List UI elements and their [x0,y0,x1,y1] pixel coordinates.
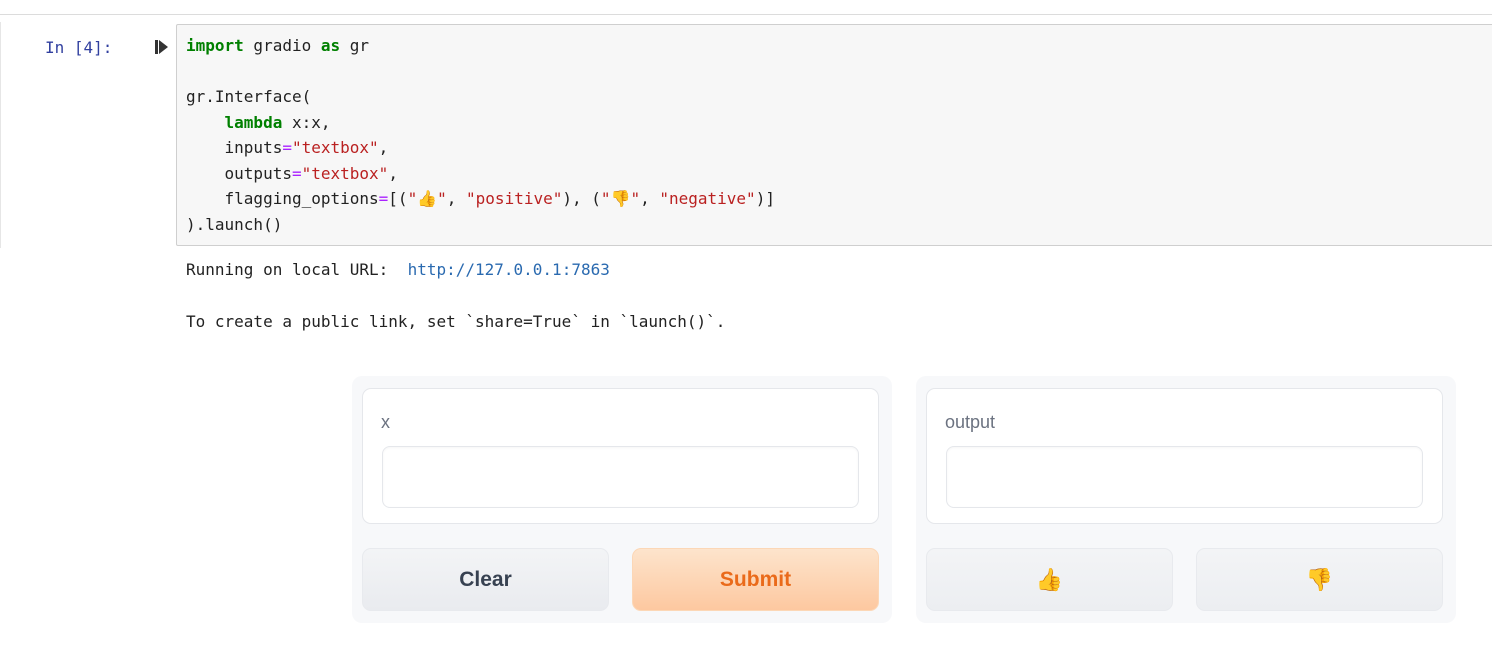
thumbs-up-icon: 👍 [1035,566,1064,592]
code-line: outputs="textbox", [186,161,775,187]
input-label: x [381,412,390,432]
flag-negative-button[interactable]: 👎 [1196,548,1443,611]
input-textbox[interactable] [382,446,859,508]
submit-button[interactable]: Submit [632,548,879,611]
input-block: x [362,388,879,524]
code-token: outputs [186,163,292,183]
code-token: "textbox" [291,138,379,157]
code-line: lambda x:x, [186,110,775,136]
code-token: 👍 [417,189,438,208]
code-token: " [437,189,447,208]
code-cell-editor[interactable]: import gradio as gr gr.Interface( lambda … [176,24,1492,246]
output-block: output [926,388,1443,524]
code-token: gradio [243,36,321,55]
output-label: output [945,412,996,432]
code-token: inputs [186,138,283,157]
output-textbox[interactable] [946,446,1423,508]
local-url-link[interactable]: http://127.0.0.1:7863 [408,260,610,279]
code-token: ).launch() [186,214,283,234]
code-token: "positive" [466,189,563,208]
gradio-output-panel: output 👍 👎 [916,376,1456,623]
code-token: "textbox" [301,163,389,183]
code-token: = [282,138,292,157]
gradio-input-panel: x Clear Submit [352,376,892,623]
output-share-hint: To create a public link, set `share=True… [186,312,726,331]
code-token: lambda [224,112,283,132]
code-token: [( [388,189,408,208]
thumbs-down-icon: 👎 [1305,566,1334,592]
code-token: as [320,36,341,55]
run-cell-icon[interactable] [155,39,169,55]
code-token: , [388,163,398,183]
output-running-label: Running on local URL: [186,260,408,279]
code-line: flagging_options=[("👍", "positive"), ("👎… [186,186,775,212]
code-token: , [640,189,660,208]
code-text: import gradio as gr gr.Interface( lambda … [186,33,775,237]
code-token: flagging_options [186,189,379,208]
code-token: ), ( [562,189,601,208]
code-token: 👎 [610,189,631,208]
output-running-line: Running on local URL: http://127.0.0.1:7… [186,258,610,282]
code-token: import [186,36,244,55]
code-token: )] [755,189,775,208]
code-token: "negative" [659,189,756,208]
cell-prompt: In [4]: [45,38,113,57]
cell-selection-bar [0,22,1,248]
code-token: = [291,163,302,183]
code-line: ).launch() [186,212,775,238]
code-token: " [630,189,641,208]
top-divider [0,14,1492,15]
code-token: " [407,189,418,208]
code-line: import gradio as gr [186,33,775,59]
code-token: gr [340,36,370,55]
code-token: gr.Interface( [186,87,312,106]
code-token: , [378,138,389,157]
code-token: " [600,189,611,208]
code-token: , [446,189,467,208]
clear-button[interactable]: Clear [362,548,609,611]
code-token: = [378,189,389,208]
flag-positive-button[interactable]: 👍 [926,548,1173,611]
code-line: inputs="textbox", [186,135,775,161]
code-token: x:x, [282,112,331,132]
code-line: gr.Interface( [186,84,775,110]
